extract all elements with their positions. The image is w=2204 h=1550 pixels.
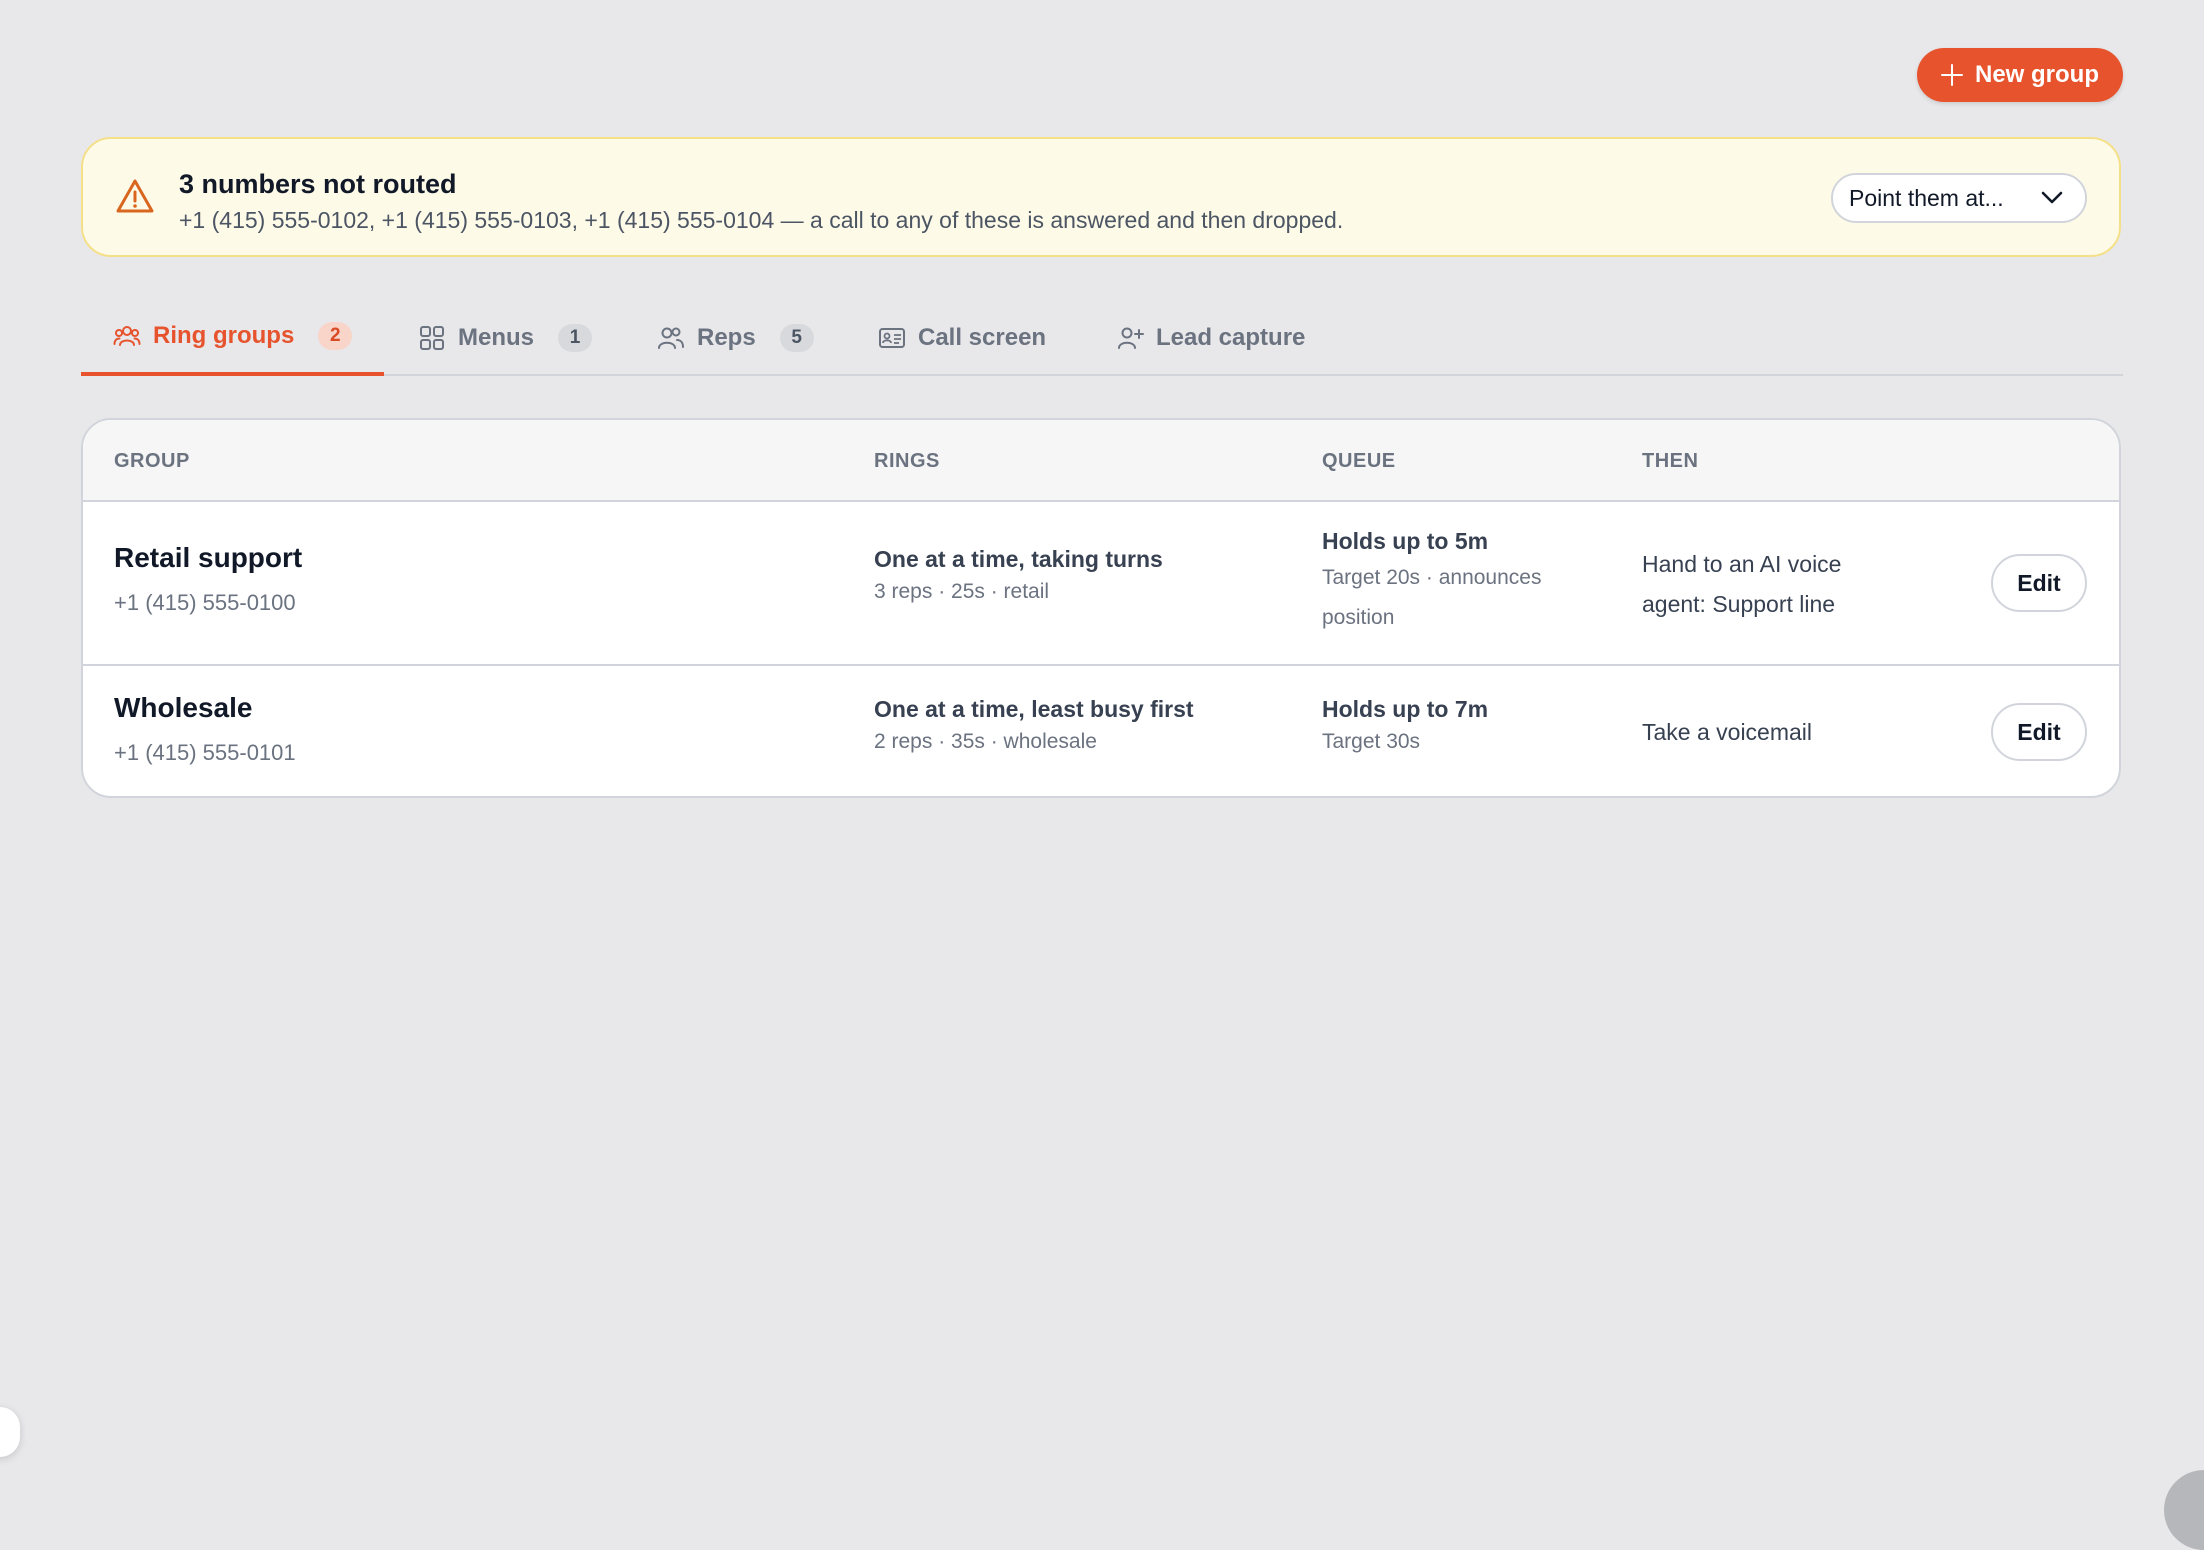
- group-name: Retail support: [114, 542, 303, 573]
- column-header-rings: RINGS: [874, 450, 940, 472]
- then-action: Hand to an AI voice: [1642, 551, 1842, 577]
- point-select-label: Point them at...: [1849, 184, 2004, 211]
- plus-icon: [1941, 64, 1963, 86]
- id-card-icon: [879, 328, 905, 348]
- alert-title: 3 numbers not routed: [179, 169, 457, 199]
- group-name: Wholesale: [114, 692, 253, 723]
- tab-count-badge: 2: [318, 322, 353, 350]
- unrouted-numbers-alert: 3 numbers not routed +1 (415) 555-0102, …: [81, 137, 2121, 257]
- users-icon: [113, 326, 141, 346]
- edit-button[interactable]: Edit: [1991, 554, 2087, 612]
- then-action: Take a voicemail: [1642, 719, 1813, 745]
- table-row[interactable]: Wholesale +1 (415) 555-0101 One at a tim…: [83, 666, 2119, 796]
- queue-hold: Holds up to 5m: [1322, 528, 1489, 554]
- table-header: GROUP RINGS QUEUE THEN: [83, 420, 2119, 502]
- rings-details: 3 reps · 25s · retail: [874, 580, 1050, 603]
- rings-strategy: One at a time, least busy first: [874, 696, 1194, 722]
- tab-count-badge: 1: [558, 324, 593, 352]
- column-header-queue: QUEUE: [1322, 450, 1396, 472]
- queue-details-continued: position: [1322, 606, 1395, 629]
- tab-label: Lead capture: [1156, 324, 1306, 351]
- window-corner: [2164, 1470, 2204, 1550]
- new-group-button[interactable]: New group: [1917, 48, 2123, 102]
- rings-details: 2 reps · 35s · wholesale: [874, 730, 1097, 753]
- tab-label: Ring groups: [153, 322, 295, 349]
- tab-count-badge: 5: [779, 324, 814, 352]
- alert-text: +1 (415) 555-0102, +1 (415) 555-0103, +1…: [179, 207, 1344, 233]
- tab-call-screen[interactable]: Call screen: [878, 300, 1046, 376]
- table-row[interactable]: Retail support +1 (415) 555-0100 One at …: [83, 502, 2119, 666]
- queue-details: Target 20s · announces: [1322, 566, 1542, 589]
- tab-bar: Ring groups 2 Menus 1 Reps 5 Call screen…: [81, 300, 2123, 376]
- side-panel-handle[interactable]: [0, 1407, 20, 1457]
- point-them-at-select[interactable]: Point them at...: [1831, 173, 2087, 223]
- tab-menus[interactable]: Menus 1: [418, 300, 593, 376]
- tab-lead-capture[interactable]: Lead capture: [1116, 300, 1305, 376]
- tab-label: Call screen: [918, 324, 1047, 351]
- tab-ring-groups[interactable]: Ring groups 2: [81, 300, 385, 376]
- tab-label: Reps: [697, 324, 756, 351]
- edit-button[interactable]: Edit: [1991, 703, 2087, 761]
- grid-icon: [420, 326, 444, 350]
- tab-reps[interactable]: Reps 5: [657, 300, 814, 376]
- group-phone: +1 (415) 555-0100: [114, 590, 296, 615]
- people-icon: [658, 327, 684, 349]
- column-header-then: THEN: [1642, 450, 1699, 472]
- then-action-continued: agent: Support line: [1642, 591, 1836, 617]
- new-group-label: New group: [1975, 61, 2099, 88]
- column-header-group: GROUP: [114, 450, 190, 472]
- rings-strategy: One at a time, taking turns: [874, 546, 1163, 572]
- warning-icon: [116, 179, 154, 213]
- queue-details: Target 30s: [1322, 730, 1421, 753]
- ring-groups-table: GROUP RINGS QUEUE THEN Retail support +1…: [81, 418, 2121, 798]
- tab-label: Menus: [458, 324, 535, 351]
- queue-hold: Holds up to 7m: [1322, 696, 1489, 722]
- chevron-down-icon: [2041, 191, 2063, 204]
- routing-page: New group 3 numbers not routed +1 (415) …: [81, 0, 2123, 1510]
- user-plus-icon: [1118, 327, 1144, 349]
- group-phone: +1 (415) 555-0101: [114, 740, 296, 765]
